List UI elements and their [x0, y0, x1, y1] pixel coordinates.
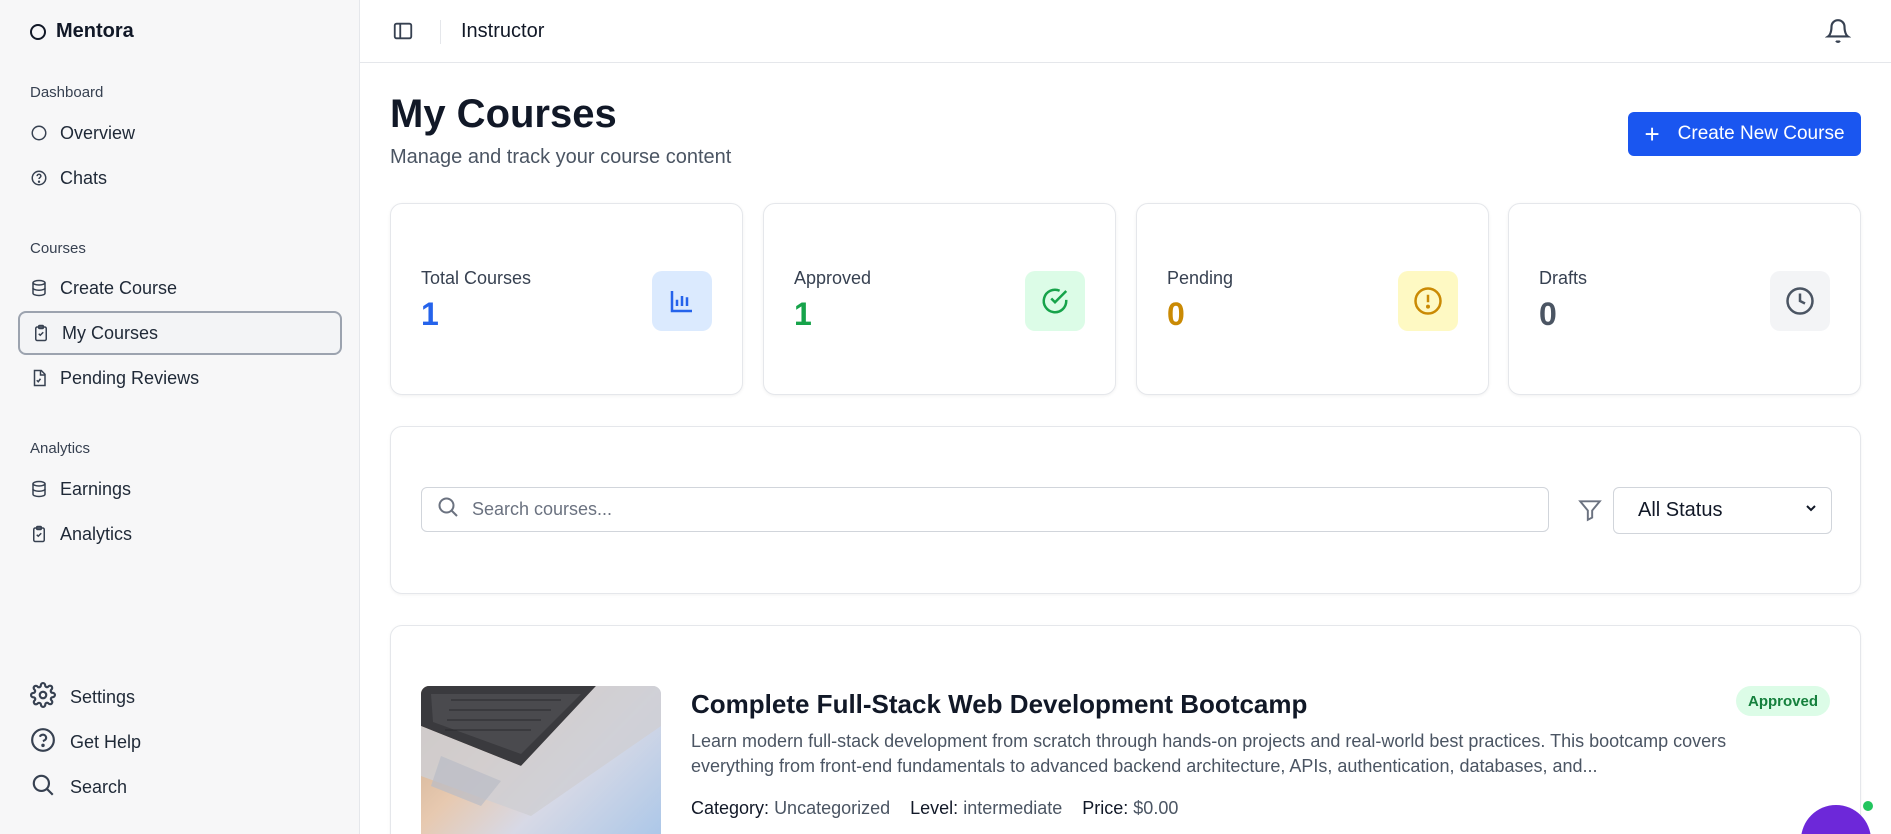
database-icon: [30, 279, 48, 297]
sidebar-item-chats[interactable]: Chats: [18, 156, 342, 200]
stat-value: 0: [1539, 296, 1557, 332]
course-level: Level: intermediate: [910, 798, 1062, 819]
status-badge: Approved: [1735, 686, 1830, 716]
laptop-image: [421, 686, 661, 816]
sidebar-item-label: Create Course: [60, 277, 178, 298]
topbar-title: Instructor: [461, 20, 545, 42]
clipboard-icon: [32, 324, 50, 342]
plus-icon: +: [1644, 119, 1660, 149]
page-subtitle: Manage and track your course content: [390, 146, 732, 168]
sidebar-item-create-course[interactable]: Create Course: [18, 266, 342, 310]
gear-icon: [30, 682, 56, 713]
get-help-link[interactable]: Get Help: [30, 727, 141, 758]
bar-chart-icon: [652, 271, 712, 331]
course-category: Category: Uncategorized: [691, 798, 890, 819]
stat-card-pending: Pending 0: [1136, 203, 1489, 395]
check-circle-icon: [1025, 271, 1085, 331]
sidebar-item-my-courses[interactable]: My Courses: [18, 311, 342, 355]
sidebar-toggle-icon[interactable]: [392, 20, 414, 42]
course-card[interactable]: Complete Full-Stack Web Development Boot…: [390, 625, 1861, 834]
course-category-value: Uncategorized: [774, 798, 891, 818]
brand[interactable]: Mentora: [30, 20, 134, 43]
clipboard-icon: [30, 525, 48, 543]
course-description: Learn modern full-stack development from…: [691, 731, 1727, 776]
chevron-down-icon: [1803, 499, 1819, 522]
stat-value: 1: [794, 296, 812, 332]
sidebar-item-label: Overview: [60, 122, 136, 143]
sidebar-item-analytics[interactable]: Analytics: [18, 512, 342, 556]
online-indicator: [1861, 799, 1875, 813]
stat-value: 0: [1167, 296, 1185, 332]
course-thumbnail: [421, 686, 661, 834]
filter-card: All Status: [390, 426, 1861, 594]
sidebar-item-overview[interactable]: Overview: [18, 111, 342, 155]
stat-card-total-courses: Total Courses 1: [390, 203, 743, 395]
bell-icon[interactable]: [1824, 18, 1852, 44]
get-help-label: Get Help: [70, 732, 142, 752]
stat-label: Pending: [1167, 268, 1234, 288]
stat-label: Approved: [794, 268, 872, 288]
course-level-value: intermediate: [963, 798, 1063, 818]
search-icon: [436, 495, 460, 524]
filter-icon[interactable]: [1577, 497, 1603, 523]
sidebar-item-label: Chats: [60, 167, 108, 188]
circle-icon: [30, 124, 48, 142]
file-icon: [30, 369, 48, 387]
alert-circle-icon: [1398, 271, 1458, 331]
sidebar-item-earnings[interactable]: Earnings: [18, 467, 342, 511]
course-price: Price: $0.00: [1082, 798, 1178, 819]
group-label-courses: Courses: [30, 240, 86, 257]
help-circle-icon: [30, 727, 56, 758]
sidebar-item-pending-reviews[interactable]: Pending Reviews: [18, 356, 342, 400]
course-category-label: Category:: [691, 798, 770, 818]
sidebar-item-label: Pending Reviews: [60, 367, 200, 388]
logo-icon: [30, 23, 46, 40]
group-label-dashboard: Dashboard: [30, 84, 104, 101]
sidebar: Mentora Dashboard Overview Chats Courses…: [0, 0, 360, 834]
stat-card-approved: Approved 1: [763, 203, 1116, 395]
course-meta: Category: Uncategorized Level: intermedi…: [691, 798, 1178, 819]
create-new-course-button[interactable]: + Create New Course: [1628, 112, 1861, 156]
create-new-course-label: Create New Course: [1677, 123, 1845, 144]
topbar: Instructor: [360, 0, 1891, 63]
sidebar-item-label: My Courses: [62, 322, 159, 343]
status-select[interactable]: All Status: [1613, 487, 1832, 534]
page-title: My Courses: [390, 92, 617, 136]
topbar-divider: [440, 20, 441, 44]
stat-value: 1: [421, 296, 439, 332]
search-icon: [30, 772, 56, 803]
sidebar-item-label: Analytics: [60, 523, 133, 544]
search-input[interactable]: [472, 499, 1522, 520]
help-circle-icon: [30, 169, 48, 187]
course-level-label: Level:: [910, 798, 959, 818]
course-price-value: $0.00: [1133, 798, 1179, 818]
status-select-value: All Status: [1638, 499, 1723, 521]
search-box[interactable]: [421, 487, 1549, 532]
stat-label: Drafts: [1539, 268, 1588, 288]
stat-card-drafts: Drafts 0: [1508, 203, 1861, 395]
stat-label: Total Courses: [421, 268, 532, 288]
search-label: Search: [70, 777, 128, 797]
group-label-analytics: Analytics: [30, 440, 91, 457]
search-link[interactable]: Search: [30, 772, 127, 803]
brand-name: Mentora: [56, 20, 134, 42]
clock-icon: [1770, 271, 1830, 331]
course-price-label: Price:: [1082, 798, 1129, 818]
settings-link[interactable]: Settings: [30, 682, 135, 713]
sidebar-item-label: Earnings: [60, 478, 132, 499]
settings-label: Settings: [70, 687, 136, 707]
course-title[interactable]: Complete Full-Stack Web Development Boot…: [691, 689, 1307, 720]
database-icon: [30, 480, 48, 498]
